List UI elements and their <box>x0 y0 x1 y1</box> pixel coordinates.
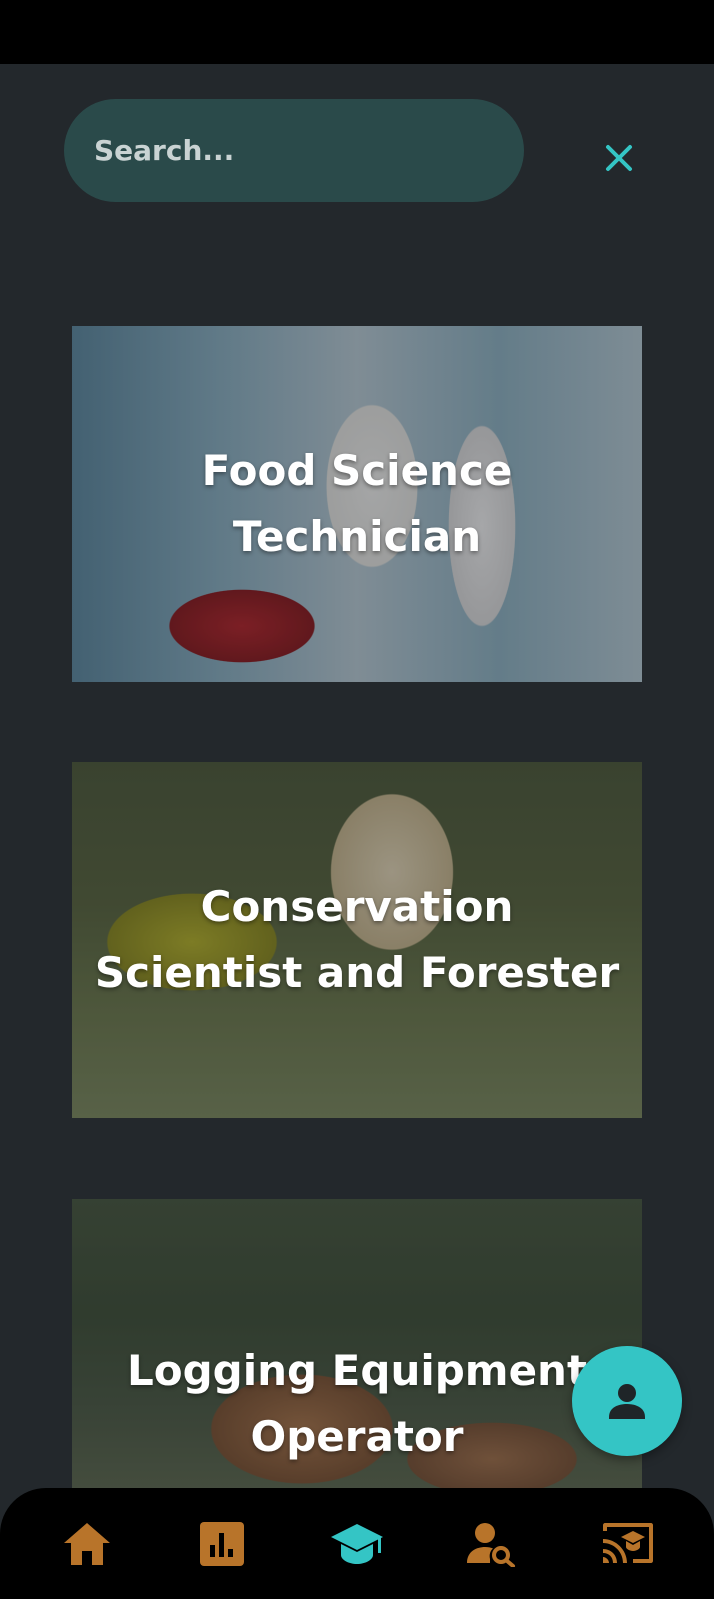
profile-fab-button[interactable] <box>572 1346 682 1456</box>
nav-learning[interactable] <box>592 1509 662 1579</box>
close-icon <box>606 145 632 171</box>
cast-for-education-icon <box>602 1522 653 1563</box>
bottom-navigation <box>0 1488 714 1599</box>
status-bar <box>0 0 714 64</box>
career-card-title: Logging Equipment Operator <box>126 1346 588 1461</box>
search-field[interactable] <box>64 99 524 202</box>
graduation-cap-icon <box>330 1523 383 1564</box>
nav-stats[interactable] <box>187 1509 257 1579</box>
nav-careers[interactable] <box>322 1509 392 1579</box>
close-search-button[interactable] <box>594 133 644 183</box>
career-card-title: Conservation Scientist and Forester <box>94 882 620 997</box>
home-icon <box>64 1522 111 1565</box>
career-card[interactable]: Logging Equipment Operator <box>72 1199 642 1489</box>
career-card[interactable]: Food Science Technician <box>72 326 642 682</box>
bar-chart-icon <box>200 1521 245 1566</box>
career-card[interactable]: Conservation Scientist and Forester <box>72 762 642 1118</box>
person-icon <box>609 1384 645 1419</box>
nav-home[interactable] <box>52 1509 122 1579</box>
search-input[interactable] <box>94 134 524 167</box>
search-bar <box>0 64 714 236</box>
nav-search-people[interactable] <box>457 1509 527 1579</box>
career-card-title: Food Science Technician <box>201 446 513 561</box>
person-search-icon <box>466 1522 515 1567</box>
